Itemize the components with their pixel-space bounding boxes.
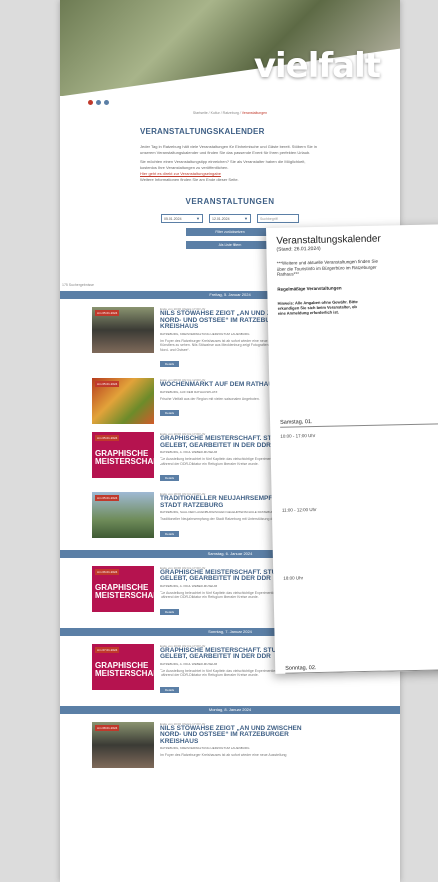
printed-calendar-sheet: Veranstaltungskalender (Stand: 26.01.202… (266, 224, 438, 674)
event-image[interactable]: Am 05.01.2024 (92, 378, 154, 424)
event-description: Im Foyer des Ratzeburger Kreishauses ist… (160, 753, 287, 757)
events-heading: VERANSTALTUNGEN (185, 197, 275, 206)
sheet-note: ***Weitere und aktuelle Veranstaltungen … (277, 257, 438, 277)
breadcrumb: Startseite / Kultur / Ratzeburg / Verans… (60, 111, 400, 115)
sheet-time: 11:00 - 12:00 Uhr (281, 507, 317, 513)
event-image-text: GRAPHISCHE MEISTERSCHAFT (95, 582, 163, 600)
slider-dot[interactable] (104, 100, 109, 105)
breadcrumb-path[interactable]: Startseite / Kultur / Ratzeburg / (193, 111, 242, 115)
details-button[interactable]: Details (160, 410, 180, 416)
event-date-badge: Am 07.01.2024 (95, 646, 120, 653)
slider-dot[interactable] (88, 100, 93, 105)
submit-event-link[interactable]: Hier geht es direkt zur Veranstaltungsei… (140, 171, 221, 176)
sheet-hint: Hinweis: Alle Angaben ohne Gewähr. Bitte… (278, 297, 438, 316)
sheet-regular-heading: Regelmäßige Veranstaltungen (277, 284, 342, 292)
sheet-day-header: Samstag, 01. (280, 416, 438, 428)
event-date-badge: Am 05.01.2024 (95, 495, 120, 501)
event-image[interactable]: Am 08.01.2024 (92, 721, 154, 768)
event-image[interactable]: Am 05.01.2024 (92, 307, 154, 353)
event-image-text: GRAPHISCHE MEISTERSCHAFT (95, 660, 163, 678)
event-item: Am 08.01.2024 Ende von 10:00 Uhr bis 17:… (92, 721, 400, 768)
hero-logo: vielfalt (253, 46, 381, 86)
details-button[interactable]: Details (160, 608, 180, 615)
event-date-badge: Am 05.01.2024 (95, 381, 120, 387)
event-image[interactable]: Am 05.01.2024 (92, 492, 154, 538)
sheet-time: 18:00 Uhr (283, 575, 304, 581)
event-title[interactable]: NILS STÖWAHSE ZEIGT „AN UND ZWISCHEN NOR… (160, 725, 320, 746)
day-header: Montag, 8. Januar 2024 (60, 705, 400, 714)
details-button[interactable]: Details (160, 530, 180, 537)
date-to-select[interactable]: 12.01.2024 (209, 214, 251, 223)
hero-banner: vielfalt (60, 0, 400, 96)
sheet-day-header: Sonntag, 02. (285, 662, 438, 674)
filter-row: 05.01.2024 12.01.2024 Suchbegriff (60, 214, 400, 223)
page-title: VERANSTALTUNGSKALENDER (140, 127, 265, 136)
event-date-badge: Am 06.01.2024 (95, 568, 120, 575)
breadcrumb-current: Veranstaltungen (241, 111, 268, 115)
sheet-time: 10:00 - 17:00 Uhr (280, 433, 316, 439)
event-image[interactable]: Am 07.01.2024 GRAPHISCHE MEISTERSCHAFT (92, 643, 163, 690)
event-location: RATZEBURG, KREISVERWALTUNG HERZOGTUM LAU… (160, 746, 250, 750)
event-date-badge: Am 05.01.2024 (95, 310, 120, 316)
intro-text: Jeder Tag in Ratzeburg hält viele Verans… (140, 144, 320, 183)
details-button[interactable]: Details (160, 361, 180, 367)
event-date-badge: Am 08.01.2024 (95, 724, 120, 731)
intro-paragraph: Sie möchten einen Veranstaltungstipp ein… (140, 159, 306, 170)
slider-dot[interactable] (96, 100, 101, 105)
slider-dots[interactable] (88, 100, 400, 105)
search-input[interactable]: Suchbegriff (257, 214, 299, 223)
event-image-text: GRAPHISCHE MEISTERSCHAFT (95, 449, 163, 466)
list-filter-button[interactable]: Als Liste filtern (186, 241, 274, 249)
details-button[interactable]: Details (160, 686, 180, 693)
event-image[interactable]: Am 05.01.2024 GRAPHISCHE MEISTERSCHAFT (92, 432, 163, 478)
event-date-badge: Am 05.01.2024 (95, 435, 120, 441)
intro-paragraph: Jeder Tag in Ratzeburg hält viele Verans… (140, 144, 317, 155)
event-image[interactable]: Am 06.01.2024 GRAPHISCHE MEISTERSCHAFT (92, 565, 163, 612)
reset-filter-button[interactable]: Filter zurücksetzen (186, 228, 274, 236)
details-button[interactable]: Details (160, 475, 180, 481)
intro-paragraph: Weitere Informationen finden Sie am Ende… (140, 177, 239, 182)
date-from-select[interactable]: 05.01.2024 (161, 214, 203, 223)
page: vielfalt Startseite / Kultur / Ratzeburg… (0, 0, 438, 882)
